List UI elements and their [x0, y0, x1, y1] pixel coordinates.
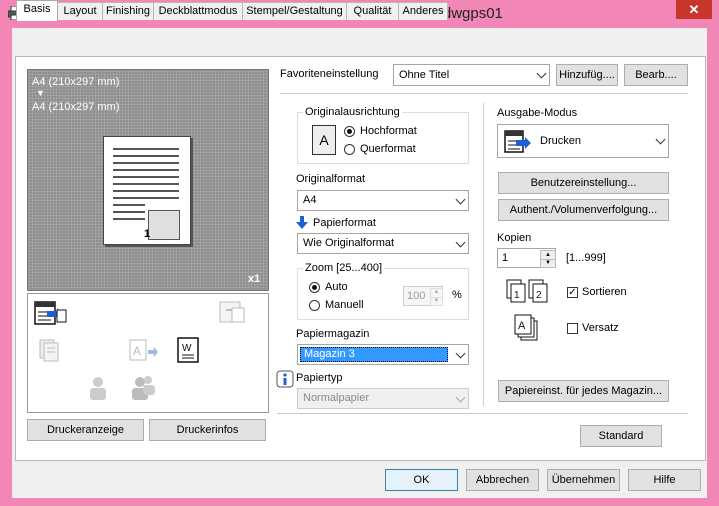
- chevron-down-icon: [455, 348, 466, 358]
- favorites-edit-button[interactable]: Bearb....: [624, 64, 688, 86]
- paper-format-select[interactable]: Wie Originalformat: [297, 233, 469, 254]
- output-mode-value: Drucken: [540, 135, 581, 147]
- printer-info-button[interactable]: Druckerinfos: [149, 419, 266, 441]
- paper-tray-label: Papiermagazin: [296, 328, 370, 340]
- copies-down-icon[interactable]: ▼: [540, 259, 556, 268]
- info-icon: [276, 370, 294, 388]
- user-settings-button[interactable]: Benutzereinstellung...: [498, 172, 669, 194]
- favorites-value: Ohne Titel: [399, 69, 450, 81]
- copies-stepper[interactable]: 1 ▲ ▼: [497, 248, 556, 268]
- close-button[interactable]: ✕: [676, 0, 712, 19]
- sort-label[interactable]: Sortieren: [582, 286, 627, 298]
- help-button[interactable]: Hilfe: [628, 469, 701, 491]
- chevron-down-icon: [455, 194, 466, 204]
- down-arrow-icon: [296, 216, 308, 229]
- paper-type-value: Normalpapier: [303, 392, 370, 404]
- standard-button[interactable]: Standard: [580, 425, 662, 447]
- copies-value: 1: [502, 252, 509, 264]
- zoom-unit: %: [452, 289, 462, 301]
- tab-deckblattmodus[interactable]: Deckblattmodus: [153, 2, 243, 20]
- tab-stempel-gestaltung[interactable]: Stempel/Gestaltung: [242, 2, 347, 20]
- copies-range: [1...999]: [566, 252, 606, 264]
- preview-copies-badge: x1: [248, 273, 261, 285]
- user-auth-icon: [90, 377, 106, 400]
- svg-text:2: 2: [536, 290, 542, 301]
- portrait-label[interactable]: Hochformat: [360, 125, 417, 137]
- paper-format-label: Papierformat: [313, 217, 376, 229]
- copies-label: Kopien: [497, 232, 532, 244]
- tab-basis[interactable]: Basis: [16, 0, 58, 21]
- hold-job-icon: [219, 301, 245, 323]
- vertical-separator: [483, 103, 484, 406]
- copy-stack-icon: [39, 339, 59, 362]
- paper-format-value: Wie Originalformat: [303, 237, 395, 249]
- dialog-window: Standardwerte für PRN-EK-04 an dwgps01 ✕…: [0, 0, 719, 506]
- separator-top: [280, 93, 688, 94]
- original-format-select[interactable]: A4: [297, 190, 469, 211]
- landscape-radio[interactable]: [344, 144, 355, 155]
- cancel-button[interactable]: Abbrechen: [466, 469, 539, 491]
- watermark-page-icon: W: [177, 337, 199, 363]
- portrait-radio[interactable]: [344, 126, 355, 137]
- print-output-icon: [504, 130, 531, 153]
- zoom-label: Zoom [25...400]: [303, 262, 385, 274]
- authentication-button[interactable]: Authent./Volumenverfolgung...: [498, 199, 669, 221]
- preview-original-size: A4 (210x297 mm): [32, 76, 120, 88]
- svg-text:A: A: [133, 344, 141, 358]
- preview-paper-size: A4 (210x297 mm): [32, 101, 120, 113]
- chevron-down-icon: [455, 237, 466, 247]
- output-mode-label: Ausgabe-Modus: [497, 107, 578, 119]
- zoom-page-icon: A: [129, 339, 158, 361]
- chevron-down-icon: [536, 68, 547, 79]
- tab-layout[interactable]: Layout: [57, 2, 103, 20]
- svg-text:1: 1: [514, 290, 520, 301]
- svg-text:W: W: [182, 343, 192, 354]
- ok-button[interactable]: OK: [385, 469, 458, 491]
- tab-anderes[interactable]: Anderes: [398, 2, 448, 20]
- zoom-auto-radio[interactable]: [309, 282, 320, 293]
- offset-label[interactable]: Versatz: [582, 322, 619, 334]
- zoom-down-icon: ▼: [430, 297, 443, 306]
- zoom-auto-label[interactable]: Auto: [325, 281, 348, 293]
- landscape-label[interactable]: Querformat: [360, 143, 416, 155]
- favorites-label: Favoriteneinstellung: [280, 68, 379, 80]
- svg-text:A: A: [518, 320, 526, 332]
- collate-icon: 1 2: [506, 279, 548, 303]
- favorites-add-button[interactable]: Hinzufüg....: [556, 64, 618, 86]
- paper-per-tray-button[interactable]: Papiereinst. für jedes Magazin...: [498, 380, 669, 402]
- sort-checkbox[interactable]: ✓: [567, 287, 578, 298]
- chevron-down-icon: [655, 134, 666, 145]
- chevron-down-icon: [455, 392, 466, 402]
- offset-stack-icon: A: [514, 314, 538, 341]
- account-track-icon: [132, 376, 155, 400]
- tab-finishing[interactable]: Finishing: [102, 2, 154, 20]
- zoom-value: 100: [407, 290, 426, 302]
- tab-qualitaet[interactable]: Qualität: [346, 2, 399, 20]
- zoom-manual-radio[interactable]: [309, 300, 320, 311]
- print-output-icon: [34, 301, 67, 325]
- separator-bottom: [277, 413, 688, 414]
- preview-page-number: 1: [144, 228, 151, 240]
- zoom-manual-label[interactable]: Manuell: [325, 299, 364, 311]
- paper-type-label: Papiertyp: [296, 372, 343, 384]
- zoom-stepper[interactable]: 100 ▲ ▼: [403, 286, 443, 306]
- output-mode-select[interactable]: Drucken: [497, 124, 669, 158]
- printer-display-button[interactable]: Druckeranzeige: [27, 419, 144, 441]
- favorites-select[interactable]: Ohne Titel: [393, 64, 550, 86]
- paper-tray-value: Magazin 3: [300, 347, 448, 362]
- orientation-page-icon: A: [312, 125, 336, 155]
- preview-image-box: [148, 210, 180, 240]
- zoom-group: [297, 268, 469, 320]
- preview-arrow-icon: ▼: [36, 88, 45, 98]
- original-format-value: A4: [303, 194, 317, 206]
- orientation-label: Originalausrichtung: [303, 106, 402, 118]
- original-format-label: Originalformat: [296, 173, 366, 185]
- offset-checkbox[interactable]: [567, 323, 578, 334]
- paper-type-select[interactable]: Normalpapier: [297, 388, 469, 409]
- paper-tray-select[interactable]: Magazin 3: [297, 344, 469, 365]
- apply-button[interactable]: Übernehmen: [547, 469, 620, 491]
